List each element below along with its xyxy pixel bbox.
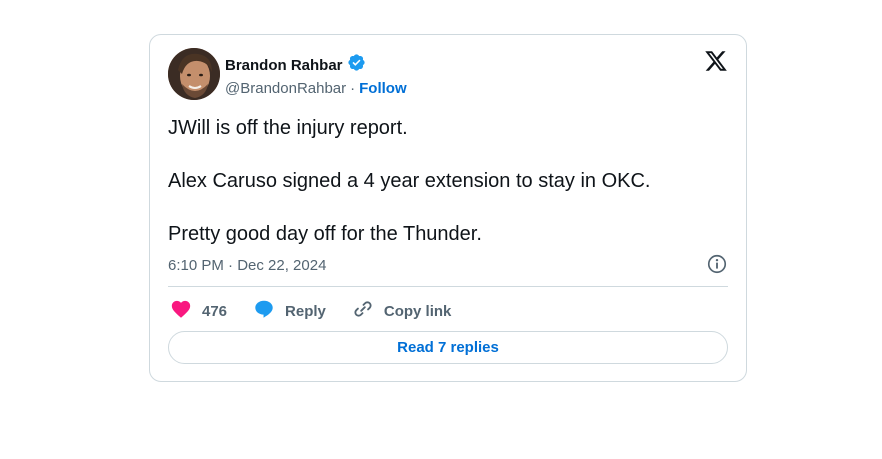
author-display-name[interactable]: Brandon Rahbar — [225, 57, 343, 74]
avatar[interactable] — [168, 48, 220, 100]
reply-label: Reply — [285, 302, 326, 320]
action-bar: 476 Reply Copy link — [170, 298, 477, 324]
heart-icon — [170, 298, 192, 324]
copy-link-label: Copy link — [383, 302, 452, 320]
author-handle[interactable]: @BrandonRahbar — [225, 80, 346, 97]
tweet-timestamp[interactable]: 6:10 PM · Dec 22, 2024 — [168, 257, 326, 274]
tweet-line: Alex Caruso signed a 4 year extension to… — [168, 170, 651, 192]
author-name-row: Brandon Rahbar — [225, 53, 366, 77]
tweet-card: Brandon Rahbar @BrandonRahbar · Follow J… — [149, 34, 747, 382]
reply-button[interactable]: Reply — [253, 298, 326, 324]
tweet-text: JWill is off the injury report. Alex Car… — [168, 115, 728, 274]
tweet-line: Pretty good day off for the Thunder. — [168, 223, 482, 245]
link-icon — [352, 298, 374, 324]
author-handle-row: @BrandonRahbar · Follow — [225, 80, 407, 97]
like-count: 476 — [202, 302, 228, 320]
follow-button[interactable]: Follow — [359, 80, 407, 97]
x-logo-icon[interactable] — [704, 49, 728, 78]
copy-link-button[interactable]: Copy link — [352, 298, 452, 324]
tweet-line: JWill is off the injury report. — [168, 117, 408, 139]
info-icon[interactable] — [706, 253, 728, 280]
read-replies-button[interactable]: Read 7 replies — [168, 331, 728, 364]
verified-badge-icon — [347, 53, 366, 77]
divider — [168, 286, 728, 287]
separator-dot: · — [350, 80, 356, 97]
like-button[interactable]: 476 — [170, 298, 227, 324]
speech-bubble-icon — [253, 298, 275, 324]
